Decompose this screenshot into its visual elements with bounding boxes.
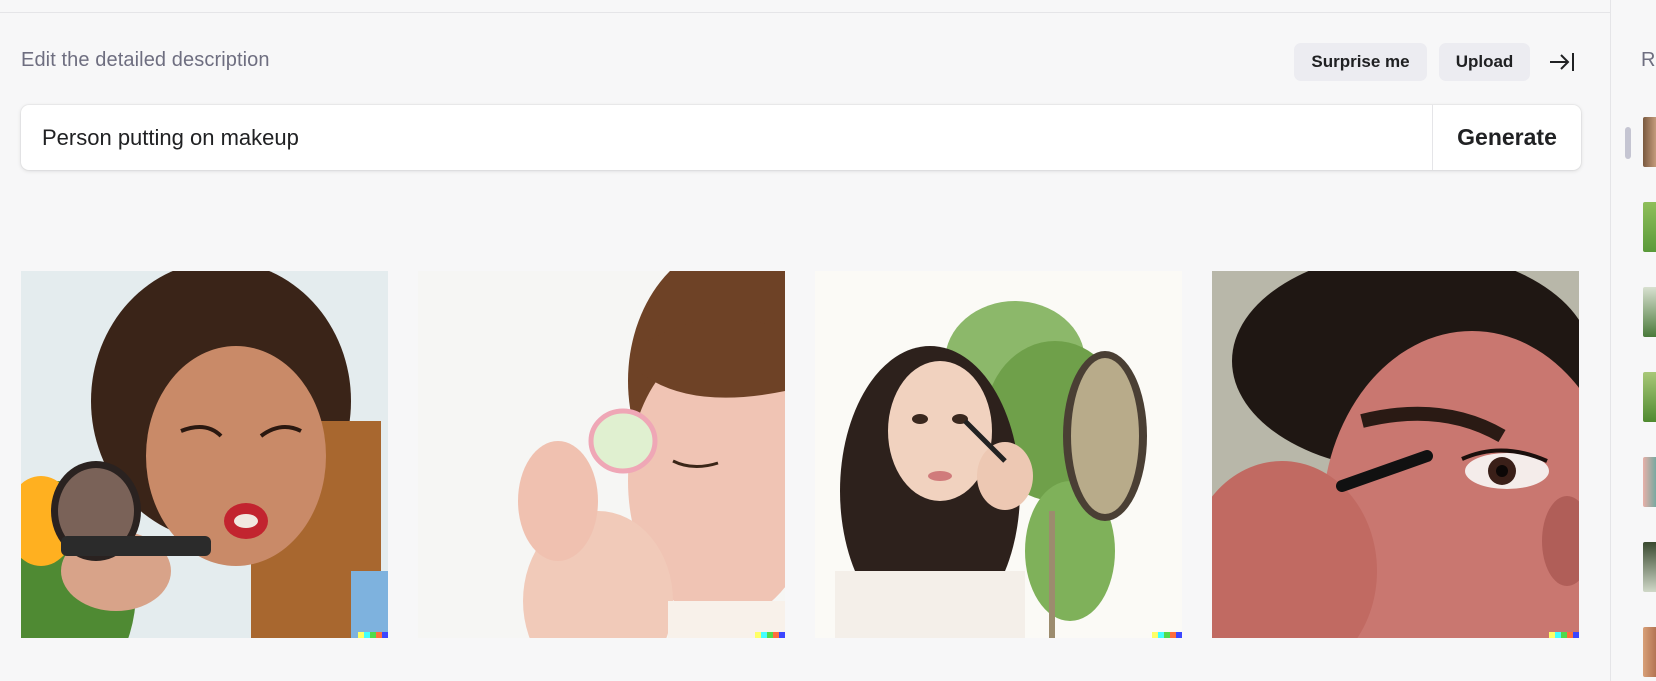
history-thumb[interactable]: [1643, 457, 1656, 507]
history-scrollbar[interactable]: [1625, 127, 1631, 159]
result-image-2[interactable]: [418, 271, 785, 638]
prompt-input[interactable]: [21, 105, 1432, 170]
dalle-signature: [1152, 632, 1182, 638]
history-panel: R: [1610, 0, 1656, 681]
history-thumb[interactable]: [1643, 117, 1656, 167]
result-image-1[interactable]: [21, 271, 388, 638]
dalle-signature: [755, 632, 785, 638]
history-heading: R: [1641, 49, 1656, 71]
result-image-4-graphic: [1212, 271, 1579, 638]
generate-button[interactable]: Generate: [1432, 105, 1581, 170]
result-image-2-graphic: [418, 271, 785, 638]
history-thumb[interactable]: [1643, 202, 1656, 252]
surprise-me-button[interactable]: Surprise me: [1294, 43, 1427, 81]
arrow-right-to-line-icon[interactable]: [1547, 48, 1577, 76]
result-image-3-graphic: [815, 271, 1182, 638]
result-image-3[interactable]: [815, 271, 1182, 638]
dalle-signature: [1549, 632, 1579, 638]
history-thumb[interactable]: [1643, 627, 1656, 677]
editor-main: Edit the detailed description Surprise m…: [0, 0, 1610, 681]
history-thumb[interactable]: [1643, 287, 1656, 337]
prompt-bar: Generate: [21, 105, 1581, 170]
page-heading: Edit the detailed description: [21, 49, 270, 71]
result-image-1-graphic: [21, 271, 388, 638]
history-thumb[interactable]: [1643, 372, 1656, 422]
upload-button[interactable]: Upload: [1439, 43, 1530, 81]
history-thumb[interactable]: [1643, 542, 1656, 592]
dalle-signature: [358, 632, 388, 638]
result-image-4[interactable]: [1212, 271, 1579, 638]
